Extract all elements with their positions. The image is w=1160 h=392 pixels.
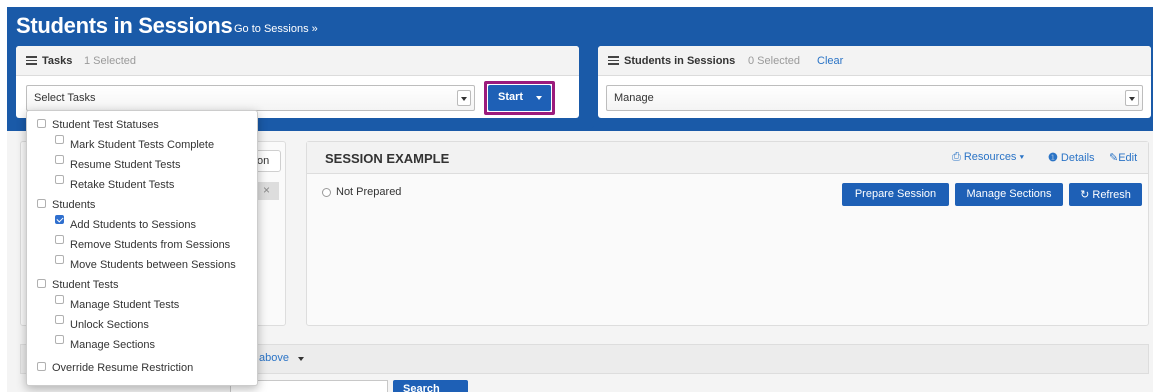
task-option-label: Student Tests	[52, 279, 119, 291]
prepare-session-button[interactable]: Prepare Session	[842, 183, 949, 206]
refresh-icon: ↻	[1080, 189, 1093, 201]
tasks-title: Tasks	[42, 55, 73, 67]
checkbox[interactable]	[55, 335, 64, 344]
checkbox-checked[interactable]	[55, 215, 64, 224]
caret-down-icon[interactable]	[536, 96, 542, 100]
checkbox[interactable]	[37, 199, 46, 208]
partially-hidden-button[interactable]: on	[254, 150, 281, 172]
status-indicator-icon	[322, 188, 331, 197]
sessions-panel-header: Students in Sessions 0 Selected Clear	[598, 46, 1151, 76]
resources-link-label: Resources	[963, 151, 1017, 163]
session-detail-header: SESSION EXAMPLE ⎙ Resources ▾ ❶ Details …	[307, 142, 1148, 174]
tasks-panel-header: Tasks 1 Selected	[16, 46, 579, 76]
sessions-selected-count: 0 Selected	[748, 55, 800, 67]
sessions-panel-title: Students in Sessions	[624, 55, 736, 67]
session-status: Not Prepared	[336, 186, 402, 198]
select-tasks-value: Select Tasks	[34, 92, 96, 104]
pencil-icon: ✎	[1109, 152, 1119, 164]
manage-value: Manage	[614, 92, 654, 104]
task-option-label: Retake Student Tests	[70, 179, 175, 191]
checkbox[interactable]	[37, 362, 46, 371]
task-option-label: Manage Student Tests	[70, 299, 180, 311]
task-option-label: Student Test Statuses	[52, 119, 159, 131]
tasks-dropdown-menu: Student Test Statuses Mark Student Tests…	[26, 110, 258, 386]
manage-sections-button[interactable]: Manage Sections	[955, 183, 1063, 206]
checkbox[interactable]	[55, 295, 64, 304]
chevron-down-icon[interactable]	[1125, 90, 1139, 106]
manage-dropdown[interactable]: Manage	[606, 85, 1143, 111]
clear-link[interactable]: Clear	[817, 55, 843, 67]
table-icon	[608, 56, 619, 65]
tasks-selected-count: 1 Selected	[84, 55, 136, 67]
task-option-label: Override Resume Restriction	[52, 362, 194, 374]
checkbox[interactable]	[55, 135, 64, 144]
task-option-label: Manage Sections	[70, 339, 155, 351]
task-option-label: Remove Students from Sessions	[70, 239, 231, 251]
checkbox[interactable]	[55, 315, 64, 324]
edit-link[interactable]: ✎Edit	[1109, 151, 1137, 164]
list-icon	[26, 56, 37, 65]
details-link[interactable]: ❶ Details	[1048, 151, 1095, 164]
search-button[interactable]: Search	[393, 380, 468, 392]
refresh-button[interactable]: ↻ Refresh	[1069, 183, 1142, 206]
edit-link-label: Edit	[1118, 152, 1138, 164]
checkbox[interactable]	[55, 255, 64, 264]
start-button-label: Start	[498, 91, 524, 103]
above-link[interactable]: above	[259, 352, 289, 364]
session-title: SESSION EXAMPLE	[325, 151, 450, 166]
task-option-label: Mark Student Tests Complete	[70, 139, 215, 151]
task-option-label: Add Students to Sessions	[70, 219, 196, 231]
caret-down-icon[interactable]	[298, 357, 304, 361]
chevron-down-icon[interactable]	[457, 90, 471, 106]
resources-link[interactable]: ⎙ Resources ▾	[952, 151, 1024, 164]
checkbox[interactable]	[37, 119, 46, 128]
info-icon: ❶	[1048, 152, 1061, 164]
start-button[interactable]: Start	[488, 85, 551, 111]
checkbox[interactable]	[55, 235, 64, 244]
task-option-label: Students	[52, 199, 96, 211]
go-to-sessions-link[interactable]: Go to Sessions »	[234, 23, 318, 35]
checkbox[interactable]	[37, 279, 46, 288]
details-link-label: Details	[1060, 152, 1095, 164]
task-option-label: Move Students between Sessions	[70, 259, 236, 271]
print-icon: ⎙	[952, 151, 964, 163]
task-option-label: Resume Student Tests	[70, 159, 181, 171]
search-button-label: Search	[403, 383, 440, 392]
page-title: Students in Sessions	[16, 13, 233, 38]
checkbox[interactable]	[55, 155, 64, 164]
refresh-button-label: Refresh	[1092, 189, 1131, 201]
task-option-label: Unlock Sections	[70, 319, 149, 331]
select-tasks-dropdown[interactable]: Select Tasks	[26, 85, 475, 111]
caret-down-icon: ▾	[1016, 151, 1025, 163]
session-detail-card: SESSION EXAMPLE ⎙ Resources ▾ ❶ Details …	[306, 141, 1149, 326]
checkbox[interactable]	[55, 175, 64, 184]
